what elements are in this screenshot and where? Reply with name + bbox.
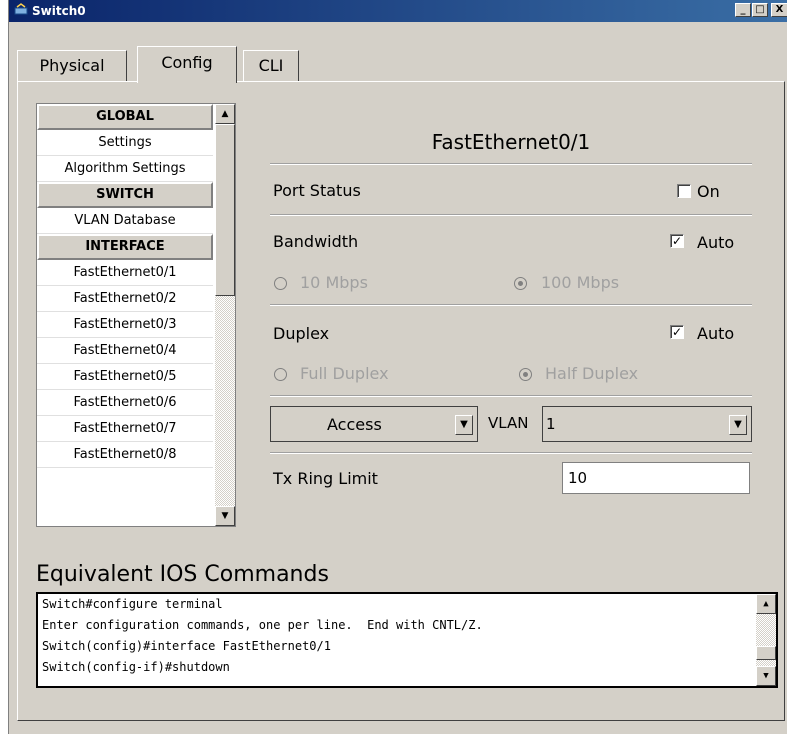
nav-header-switch: SWITCH (37, 182, 213, 208)
scroll-thumb[interactable] (756, 646, 776, 660)
vlan-label: VLAN (488, 414, 529, 432)
radio-100-mbps[interactable] (514, 277, 527, 290)
nav-item-fastethernet0-1[interactable]: FastEthernet0/1 (37, 260, 213, 286)
bandwidth-auto-label: Auto (697, 233, 735, 252)
mode-dropdown-icon[interactable]: ▼ (455, 415, 473, 435)
scroll-down-arrow-icon[interactable]: ▼ (215, 506, 235, 526)
nav-header-global: GLOBAL (37, 104, 213, 130)
ios-line: Switch#configure terminal (42, 597, 223, 611)
nav-item-settings[interactable]: Settings (37, 130, 213, 156)
nav-item-vlan-database[interactable]: VLAN Database (37, 208, 213, 234)
scroll-up-arrow-icon[interactable]: ▲ (756, 594, 776, 614)
tx-ring-limit-input[interactable]: 10 (562, 462, 750, 494)
port-on-checkbox[interactable] (677, 184, 691, 198)
radio-half-duplex[interactable] (519, 368, 532, 381)
minimize-button[interactable]: _ (735, 3, 751, 17)
scroll-down-arrow-icon[interactable]: ▼ (756, 666, 776, 686)
nav-item-algorithm-settings[interactable]: Algorithm Settings (37, 156, 213, 182)
scroll-up-arrow-icon[interactable]: ▲ (215, 104, 235, 124)
vlan-dropdown-icon[interactable]: ▼ (729, 415, 747, 435)
bandwidth-auto-checkbox[interactable]: ✓ (670, 234, 684, 248)
ios-commands-console[interactable]: Switch#configure terminal Enter configur… (36, 592, 778, 688)
tab-cli[interactable]: CLI (243, 50, 299, 82)
title-bar[interactable]: Switch0 _ □ X (9, 0, 787, 22)
vlan-value: 1 (546, 415, 556, 433)
divider (270, 395, 752, 397)
radio-full-duplex[interactable] (274, 368, 287, 381)
nav-item-fastethernet0-4[interactable]: FastEthernet0/4 (37, 338, 213, 364)
nav-item-fastethernet0-5[interactable]: FastEthernet0/5 (37, 364, 213, 390)
bandwidth-label: Bandwidth (273, 232, 359, 251)
tab-physical[interactable]: Physical (17, 50, 127, 82)
full-duplex-label: Full Duplex (300, 364, 389, 383)
half-duplex-label: Half Duplex (545, 364, 639, 383)
nav-item-fastethernet0-2[interactable]: FastEthernet0/2 (37, 286, 213, 312)
nav-scrollbar[interactable]: ▲ ▼ (215, 104, 235, 526)
divider (270, 214, 752, 216)
divider (270, 304, 752, 306)
tab-config[interactable]: Config (137, 46, 237, 83)
ios-line: Enter configuration commands, one per li… (42, 618, 483, 632)
port-on-label: On (697, 182, 720, 201)
radio-10-mbps[interactable] (274, 277, 287, 290)
config-nav-list: GLOBAL Settings Algorithm Settings SWITC… (36, 103, 236, 527)
duplex-auto-label: Auto (697, 324, 735, 343)
ios-line: Switch(config-if)#shutdown (42, 660, 230, 674)
duplex-auto-checkbox[interactable]: ✓ (670, 325, 684, 339)
tx-ring-limit-label: Tx Ring Limit (273, 469, 378, 488)
nav-item-fastethernet0-6[interactable]: FastEthernet0/6 (37, 390, 213, 416)
port-mode-select[interactable]: Access ▼ (270, 406, 478, 442)
nav-item-fastethernet0-7[interactable]: FastEthernet0/7 (37, 416, 213, 442)
divider (270, 452, 752, 454)
scroll-thumb[interactable] (215, 124, 235, 296)
close-button[interactable]: X (771, 3, 787, 17)
port-status-label: Port Status (273, 181, 361, 200)
ios-scrollbar[interactable]: ▲ ▼ (756, 594, 776, 686)
duplex-label: Duplex (273, 324, 330, 343)
ios-commands-title: Equivalent IOS Commands (36, 562, 329, 587)
bw-10-label: 10 Mbps (300, 273, 368, 292)
nav-header-interface: INTERFACE (37, 234, 213, 260)
divider (270, 163, 752, 165)
switch-app-icon (14, 3, 28, 15)
vlan-select[interactable]: 1 ▼ (542, 406, 752, 442)
port-mode-value: Access (327, 415, 382, 434)
bw-100-label: 100 Mbps (541, 273, 620, 292)
nav-item-fastethernet0-3[interactable]: FastEthernet0/3 (37, 312, 213, 338)
nav-item-fastethernet0-8[interactable]: FastEthernet0/8 (37, 442, 213, 468)
ios-line: Switch(config)#interface FastEthernet0/1 (42, 639, 331, 653)
interface-title: FastEthernet0/1 (431, 130, 591, 154)
window-title: Switch0 (32, 4, 86, 18)
maximize-button[interactable]: □ (752, 3, 768, 17)
nav-items: GLOBAL Settings Algorithm Settings SWITC… (37, 104, 213, 468)
